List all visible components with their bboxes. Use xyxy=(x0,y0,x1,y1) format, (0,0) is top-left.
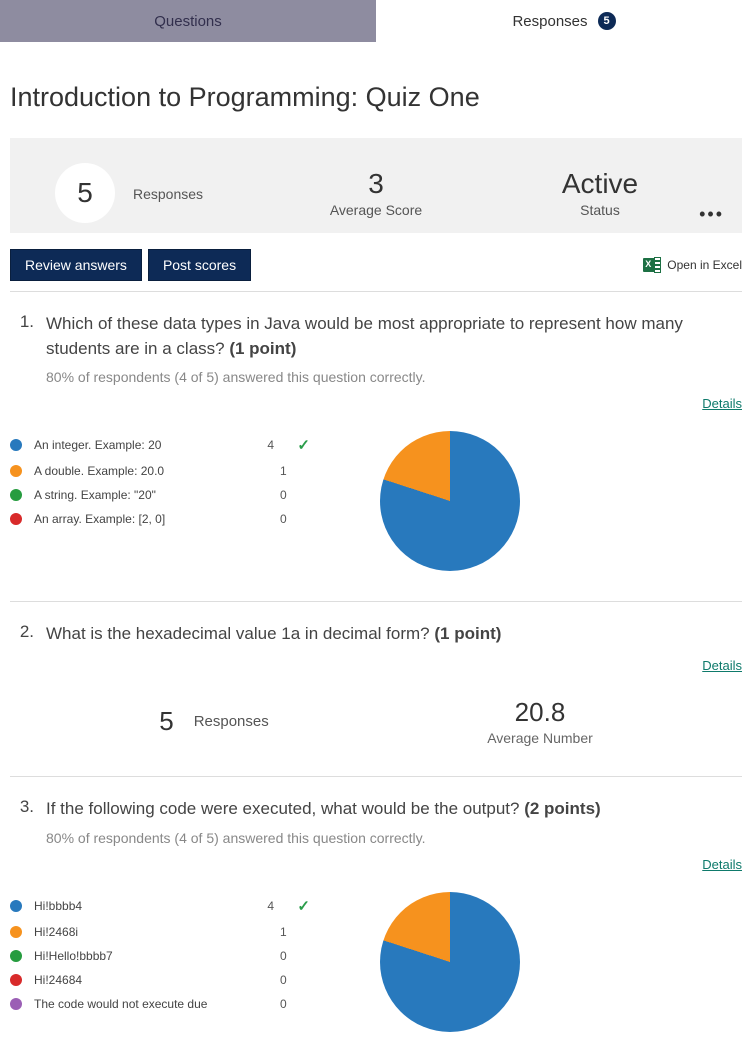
options-list: An integer. Example: 204✓A double. Examp… xyxy=(10,431,310,531)
option-row: Hi!246840 xyxy=(10,968,310,992)
question-number: 3. xyxy=(10,797,34,846)
option-row: A double. Example: 20.01 xyxy=(10,459,310,483)
status-value: Active xyxy=(488,168,712,200)
option-label: An integer. Example: 20 xyxy=(34,438,267,452)
options-list: Hi!bbbb44✓Hi!2468i1Hi!Hello!bbbb70Hi!246… xyxy=(10,892,310,1016)
option-label: A string. Example: "20" xyxy=(34,488,280,502)
question-number: 2. xyxy=(10,622,34,647)
option-label: Hi!bbbb4 xyxy=(34,899,267,913)
review-answers-button[interactable]: Review answers xyxy=(10,249,142,281)
legend-dot-icon xyxy=(10,465,22,477)
checkmark-icon: ✓ xyxy=(297,436,310,454)
option-count: 0 xyxy=(280,949,310,963)
responses-count-badge: 5 xyxy=(598,12,616,30)
view-tabs: Questions Responses 5 xyxy=(0,0,752,42)
status-label: Status xyxy=(488,202,712,218)
details-link[interactable]: Details xyxy=(702,658,742,673)
responses-value: 5 xyxy=(55,163,115,223)
question-block: 1.Which of these data types in Java woul… xyxy=(10,292,742,602)
open-in-excel-button[interactable]: Open in Excel xyxy=(643,257,742,273)
option-count: 4 xyxy=(267,899,297,913)
stat-status: Active Status xyxy=(488,168,712,218)
tab-questions-label: Questions xyxy=(154,13,222,30)
option-count: 0 xyxy=(280,997,310,1011)
question-text: If the following code were executed, wha… xyxy=(46,797,742,822)
more-options-icon[interactable]: ••• xyxy=(699,204,724,225)
option-row: A string. Example: "20"0 xyxy=(10,483,310,507)
tab-responses-label: Responses xyxy=(512,13,587,30)
numeric-avg-label: Average Number xyxy=(487,730,593,746)
legend-dot-icon xyxy=(10,439,22,451)
stat-average-score: 3 Average Score xyxy=(264,168,488,218)
option-row: Hi!Hello!bbbb70 xyxy=(10,944,310,968)
tab-responses[interactable]: Responses 5 xyxy=(376,0,752,42)
option-row: An integer. Example: 204✓ xyxy=(10,431,310,459)
numeric-responses-value: 5 xyxy=(159,706,173,737)
page-title: Introduction to Programming: Quiz One xyxy=(10,82,742,113)
question-text: Which of these data types in Java would … xyxy=(46,312,742,361)
option-label: Hi!2468i xyxy=(34,925,280,939)
details-link[interactable]: Details xyxy=(702,396,742,411)
question-block: 2. What is the hexadecimal value 1a in de… xyxy=(10,602,742,777)
question-number: 1. xyxy=(10,312,34,385)
numeric-avg-value: 20.8 xyxy=(487,697,593,728)
legend-dot-icon xyxy=(10,998,22,1010)
actions-row: Review answers Post scores Open in Excel xyxy=(10,249,742,281)
avg-score-value: 3 xyxy=(264,168,488,200)
checkmark-icon: ✓ xyxy=(297,897,310,915)
question-points: (2 points) xyxy=(524,799,601,818)
details-link[interactable]: Details xyxy=(702,857,742,872)
option-label: The code would not execute due xyxy=(34,997,280,1011)
tab-questions[interactable]: Questions xyxy=(0,0,376,42)
open-excel-label: Open in Excel xyxy=(667,258,742,272)
avg-score-label: Average Score xyxy=(264,202,488,218)
option-label: A double. Example: 20.0 xyxy=(34,464,280,478)
legend-dot-icon xyxy=(10,900,22,912)
stat-responses: 5 Responses xyxy=(40,163,264,223)
legend-dot-icon xyxy=(10,974,22,986)
question-body: If the following code were executed, wha… xyxy=(46,797,742,846)
question-body: What is the hexadecimal value 1a in deci… xyxy=(46,622,742,647)
numeric-responses-label: Responses xyxy=(194,713,269,730)
option-count: 0 xyxy=(280,512,310,526)
legend-dot-icon xyxy=(10,489,22,501)
question-body: Which of these data types in Java would … xyxy=(46,312,742,385)
question-points: (1 point) xyxy=(434,624,501,643)
legend-dot-icon xyxy=(10,950,22,962)
question-subtext: 80% of respondents (4 of 5) answered thi… xyxy=(46,369,742,385)
excel-icon xyxy=(643,257,661,273)
legend-dot-icon xyxy=(10,513,22,525)
option-count: 4 xyxy=(267,438,297,452)
option-label: Hi!24684 xyxy=(34,973,280,987)
question-points: (1 point) xyxy=(229,339,296,358)
option-count: 0 xyxy=(280,973,310,987)
option-count: 1 xyxy=(280,464,310,478)
option-label: An array. Example: [2, 0] xyxy=(34,512,280,526)
pie-chart xyxy=(380,892,520,1032)
numeric-stats: 5 Responses 20.8 Average Number xyxy=(10,697,742,746)
summary-card: 5 Responses 3 Average Score Active Statu… xyxy=(10,138,742,233)
option-row: Hi!2468i1 xyxy=(10,920,310,944)
option-count: 0 xyxy=(280,488,310,502)
option-count: 1 xyxy=(280,925,310,939)
option-row: An array. Example: [2, 0]0 xyxy=(10,507,310,531)
question-text: What is the hexadecimal value 1a in deci… xyxy=(46,622,742,647)
question-subtext: 80% of respondents (4 of 5) answered thi… xyxy=(46,830,742,846)
responses-label: Responses xyxy=(133,186,203,202)
option-row: Hi!bbbb44✓ xyxy=(10,892,310,920)
pie-chart xyxy=(380,431,520,571)
option-label: Hi!Hello!bbbb7 xyxy=(34,949,280,963)
question-block: 3. If the following code were executed, w… xyxy=(10,777,742,1062)
post-scores-button[interactable]: Post scores xyxy=(148,249,251,281)
option-row: The code would not execute due0 xyxy=(10,992,310,1016)
legend-dot-icon xyxy=(10,926,22,938)
